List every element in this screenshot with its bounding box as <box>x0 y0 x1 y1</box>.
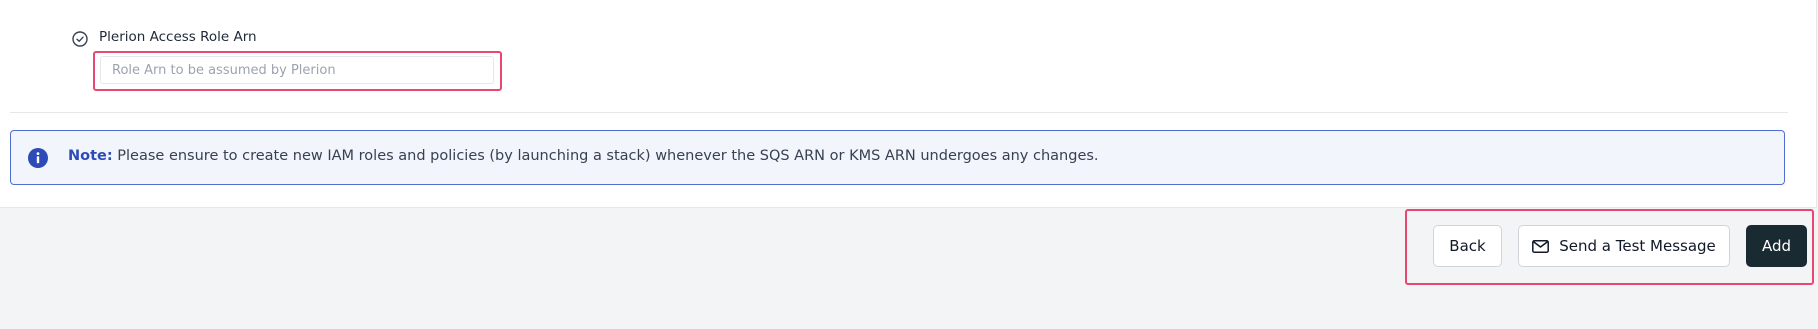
add-button-label: Add <box>1761 237 1792 255</box>
note-banner: Note: Please ensure to create new IAM ro… <box>10 130 1785 185</box>
divider <box>10 112 1788 113</box>
note-prefix: Note: <box>68 148 113 164</box>
info-circle-icon <box>28 148 48 168</box>
send-test-message-button[interactable]: Send a Test Message <box>1518 225 1730 267</box>
mail-icon <box>1532 239 1550 253</box>
back-button[interactable]: Back <box>1433 225 1502 267</box>
add-button[interactable]: Add <box>1746 225 1807 267</box>
role-arn-input[interactable] <box>100 56 494 84</box>
note-message: Please ensure to create new IAM roles an… <box>117 148 1099 164</box>
send-test-message-label: Send a Test Message <box>1559 237 1716 255</box>
back-button-label: Back <box>1449 237 1486 255</box>
note-text: Note: Please ensure to create new IAM ro… <box>68 148 1099 164</box>
form-panel: Plerion Access Role Arn Note: Please ens… <box>0 0 1817 208</box>
check-circle-icon <box>72 31 88 47</box>
role-arn-label: Plerion Access Role Arn <box>99 29 257 45</box>
